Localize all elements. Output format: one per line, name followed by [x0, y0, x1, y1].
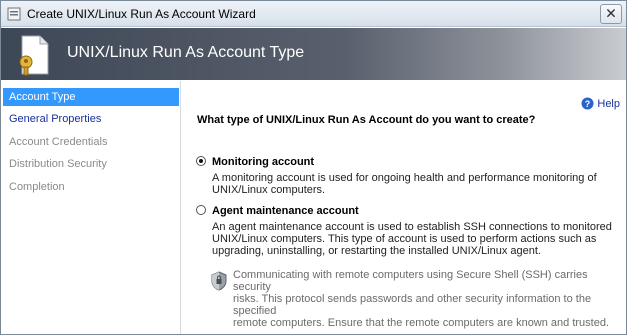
description-line: UNIX/Linux computers. This type of accou…: [212, 233, 597, 245]
window-title: Create UNIX/Linux Run As Account Wizard: [27, 7, 256, 21]
monitoring-account-label: Monitoring account: [212, 156, 315, 168]
security-line: risks. This protocol sends passwords and…: [233, 293, 592, 317]
wizard-app-icon: [7, 7, 21, 21]
document-key-icon: [19, 35, 49, 76]
nav-item-account-credentials[interactable]: Account Credentials: [3, 133, 179, 151]
wizard-window: Create UNIX/Linux Run As Account Wizard …: [0, 0, 627, 335]
agent-maintenance-account-description: An agent maintenance account is used to …: [212, 221, 617, 257]
security-line: Communicating with remote computers usin…: [233, 269, 588, 293]
help-label: Help: [597, 98, 620, 110]
agent-maintenance-account-label: Agent maintenance account: [212, 205, 359, 217]
security-warning-text: Communicating with remote computers usin…: [233, 269, 626, 329]
page-heading: UNIX/Linux Run As Account Type: [67, 44, 305, 61]
agent-maintenance-account-option[interactable]: Agent maintenance account: [196, 205, 359, 217]
wizard-nav: Account Type General Properties Account …: [1, 81, 181, 334]
description-line: UNIX/Linux computers.: [212, 184, 326, 196]
monitoring-account-description: A monitoring account is used for ongoing…: [212, 172, 617, 196]
nav-item-distribution-security[interactable]: Distribution Security: [3, 155, 179, 173]
title-bar: Create UNIX/Linux Run As Account Wizard: [1, 1, 626, 27]
header-banner: UNIX/Linux Run As Account Type: [1, 28, 626, 80]
monitoring-account-option[interactable]: Monitoring account: [196, 156, 314, 168]
nav-item-account-type[interactable]: Account Type: [3, 88, 179, 106]
close-icon: [606, 8, 616, 18]
svg-text:?: ?: [585, 99, 591, 109]
agent-maintenance-account-radio[interactable]: [196, 205, 206, 215]
close-button[interactable]: [600, 4, 622, 24]
description-line: upgrading, uninstalling, or restarting t…: [212, 245, 541, 257]
help-icon: ?: [581, 97, 594, 110]
monitoring-account-radio[interactable]: [196, 156, 206, 166]
help-link[interactable]: ? Help: [581, 97, 620, 113]
description-line: A monitoring account is used for ongoing…: [212, 172, 597, 184]
account-type-question: What type of UNIX/Linux Run As Account d…: [197, 114, 536, 126]
shield-icon: [211, 271, 227, 291]
security-line: remote computers. Ensure that the remote…: [233, 317, 610, 329]
description-line: An agent maintenance account is used to …: [212, 221, 612, 233]
content-pane: ? Help What type of UNIX/Linux Run As Ac…: [182, 81, 626, 334]
nav-item-completion[interactable]: Completion: [3, 178, 179, 196]
nav-item-general-properties[interactable]: General Properties: [3, 110, 179, 128]
